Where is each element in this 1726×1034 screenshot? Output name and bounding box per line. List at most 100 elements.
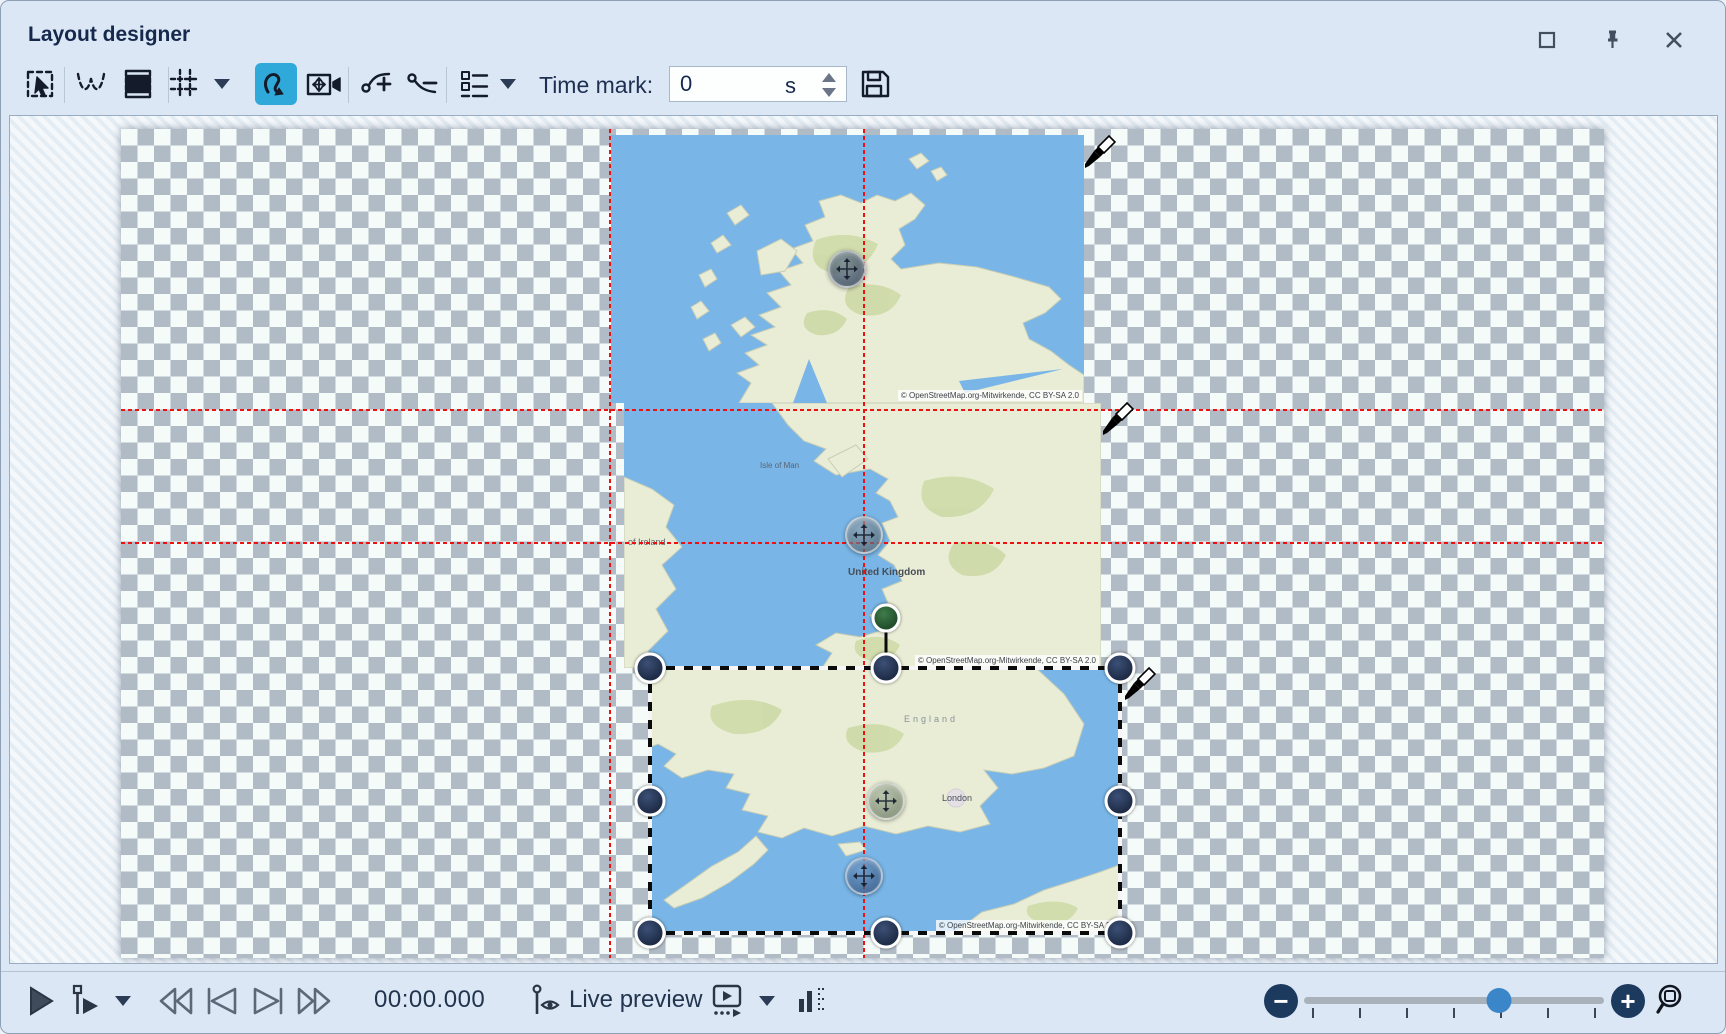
toolbar-separator <box>446 67 447 103</box>
chevron-down-icon <box>115 996 131 1006</box>
select-points-tool-button[interactable] <box>70 63 112 105</box>
skip-to-end-icon <box>248 985 288 1017</box>
zoom-slider-thumb[interactable] <box>1487 988 1512 1013</box>
slider-tick <box>1406 1008 1408 1018</box>
grid-button[interactable] <box>164 63 206 105</box>
layers-icon <box>122 67 154 101</box>
zoom-fit-button[interactable] <box>1653 981 1693 1019</box>
spinner-down-icon[interactable] <box>822 88 836 97</box>
spinner-up-icon[interactable] <box>822 73 836 82</box>
save-icon <box>858 67 892 101</box>
grid-icon <box>168 67 202 101</box>
design-canvas[interactable]: © OpenStreetMap.org-Mitwirkende, CC BY-S… <box>9 115 1718 964</box>
maximize-icon <box>1537 30 1557 50</box>
camera-pan-button[interactable] <box>303 63 345 105</box>
live-preview-button[interactable] <box>529 982 565 1020</box>
zoom-in-button[interactable]: + <box>1611 984 1645 1018</box>
move-handle[interactable] <box>845 516 883 554</box>
add-curve-point-button[interactable] <box>355 63 397 105</box>
toolbar-separator <box>64 67 65 103</box>
object-list-button[interactable] <box>453 63 495 105</box>
resize-handle-middle-right[interactable] <box>1105 786 1136 817</box>
remove-curve-point-button[interactable] <box>401 63 443 105</box>
select-tool-icon <box>24 67 58 101</box>
live-preview-label: Live preview <box>569 986 702 1014</box>
move-handle[interactable] <box>828 250 866 288</box>
time-mark-spinner[interactable] <box>822 71 838 99</box>
skip-to-start-icon <box>202 985 242 1017</box>
resize-handle-top-center[interactable] <box>871 653 902 684</box>
close-icon <box>1663 29 1685 51</box>
pin-icon <box>1601 29 1623 51</box>
rotation-handle[interactable] <box>872 604 901 633</box>
move-handle[interactable] <box>867 782 905 820</box>
fast-forward-icon <box>294 985 334 1017</box>
select-points-icon <box>73 67 109 101</box>
layers-button[interactable] <box>117 63 159 105</box>
time-mark-unit: s <box>785 73 796 99</box>
camera-pan-icon <box>305 67 343 101</box>
titlebar[interactable]: Layout designer <box>1 1 1725 57</box>
curve-tool-button[interactable] <box>255 63 297 105</box>
rewind-button[interactable] <box>155 982 197 1020</box>
time-mark-label: Time mark: <box>539 72 653 99</box>
previous-frame-button[interactable] <box>201 982 243 1020</box>
osm-attribution: © OpenStreetMap.org-Mitwirkende, CC BY-S… <box>898 390 1082 401</box>
preview-window-button[interactable] <box>709 982 747 1020</box>
play-from-marker-icon <box>69 984 103 1018</box>
curve-tool-icon <box>259 67 293 101</box>
resize-handle-bottom-center[interactable] <box>871 918 902 949</box>
guide-line-horizontal[interactable] <box>121 409 1604 411</box>
select-tool-button[interactable] <box>20 63 62 105</box>
move-arrows-icon <box>850 862 878 890</box>
play-from-marker-button[interactable] <box>67 982 105 1020</box>
time-mark-input[interactable] <box>678 69 782 99</box>
preview-options-dropdown[interactable] <box>753 982 781 1020</box>
resize-handle-bottom-left[interactable] <box>635 918 666 949</box>
zoom-fit-icon <box>1655 982 1691 1018</box>
object-list-dropdown[interactable] <box>493 63 523 105</box>
chevron-down-icon <box>214 79 230 89</box>
slider-tick <box>1547 1008 1549 1018</box>
slider-tick <box>1312 1008 1314 1018</box>
slider-tick <box>1594 1008 1596 1018</box>
brush-icon <box>1101 401 1135 442</box>
slider-tick <box>1453 1008 1455 1018</box>
remove-curve-point-icon <box>404 67 440 101</box>
resize-handle-top-left[interactable] <box>635 653 666 684</box>
window-title: Layout designer <box>28 23 190 47</box>
osm-attribution: © OpenStreetMap.org-Mitwirkende, CC BY-S… <box>936 920 1120 931</box>
toolbar: Time mark: s <box>1 59 1725 111</box>
resize-handle-middle-left[interactable] <box>635 786 666 817</box>
pin-button[interactable] <box>1595 25 1629 55</box>
preview-window-icon <box>710 983 746 1019</box>
maximize-button[interactable] <box>1530 25 1564 55</box>
statistics-button[interactable] <box>795 982 829 1020</box>
slider-tick <box>1359 1008 1361 1018</box>
brush-icon <box>1083 134 1117 175</box>
move-handle[interactable] <box>845 857 883 895</box>
rewind-icon <box>156 985 196 1017</box>
pin-eye-icon <box>530 983 564 1019</box>
close-button[interactable] <box>1657 25 1691 55</box>
map-label-london: London <box>942 793 972 803</box>
object-list-icon <box>458 67 490 101</box>
fast-forward-button[interactable] <box>293 982 335 1020</box>
zoom-out-button[interactable]: − <box>1264 984 1298 1018</box>
grid-dropdown[interactable] <box>207 63 237 105</box>
timecode-display: 00:00.000 <box>374 986 485 1014</box>
resize-handle-bottom-right[interactable] <box>1105 918 1136 949</box>
time-mark-field: s <box>669 66 847 102</box>
zoom-slider-track[interactable] <box>1304 997 1604 1004</box>
osm-attribution: © OpenStreetMap.org-Mitwirkende, CC BY-S… <box>915 655 1099 666</box>
play-button[interactable] <box>23 982 59 1020</box>
play-options-dropdown[interactable] <box>109 982 137 1020</box>
map-label-united-kingdom: United Kingdom <box>848 567 925 578</box>
map-label-isle-of-man: Isle of Man <box>760 461 799 470</box>
statistics-icon <box>796 984 828 1018</box>
save-button[interactable] <box>854 63 896 105</box>
toolbar-separator <box>348 67 349 103</box>
brush-icon <box>1123 666 1157 707</box>
next-frame-button[interactable] <box>247 982 289 1020</box>
move-arrows-icon <box>850 521 878 549</box>
